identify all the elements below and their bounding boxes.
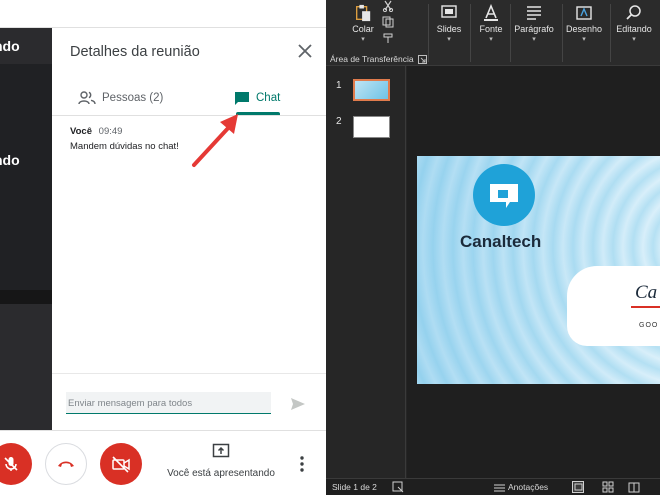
slide-editor: Canaltech Ca GOO (407, 66, 660, 478)
send-icon[interactable] (290, 396, 306, 412)
chevron-down-icon: ▾ (489, 36, 493, 43)
slide-sorter-icon[interactable] (602, 481, 614, 493)
logo-glyph-icon (490, 184, 518, 208)
slide-counter: Slide 1 de 2 (332, 482, 377, 492)
participant-name: ndo (0, 152, 20, 168)
clipboard-group-label: Área de Transferência (330, 54, 414, 64)
ribbon-group-label: Parágrafo (514, 24, 554, 34)
thumbnail-number: 1 (336, 80, 342, 91)
copy-icon[interactable] (382, 16, 394, 28)
annotation-arrow-icon (192, 114, 238, 167)
participant-tiles: ndo ndo (0, 28, 52, 430)
close-icon[interactable] (296, 42, 314, 60)
canaltech-logo-icon (473, 164, 535, 226)
slide-brand-text: Canaltech (460, 232, 542, 251)
tile-divider (0, 290, 52, 304)
chevron-down-icon: ▾ (582, 36, 586, 43)
dialog-launcher-icon[interactable] (418, 55, 427, 64)
more-options-icon[interactable] (296, 455, 308, 473)
ribbon-separator (428, 4, 429, 62)
slide-thumbnail[interactable] (353, 116, 390, 138)
ribbon-group-slides[interactable]: Slides ▾ (432, 0, 466, 54)
screen: ndo ndo Detalhes da reunião Pessoas (2) (0, 0, 660, 495)
chat-message: Você 09:49 Mandem dúvidas no chat! (70, 126, 179, 152)
notes-label: Anotações (508, 482, 549, 492)
tab-divider (52, 115, 326, 116)
slides-icon (441, 5, 457, 18)
chat-compose (52, 373, 326, 430)
status-bar: Slide 1 de 2 Anotações (326, 478, 660, 495)
tab-chat-label: Chat (256, 92, 281, 104)
ribbon-separator (510, 4, 511, 62)
present-screen-icon (212, 443, 230, 458)
mic-toggle-button[interactable] (0, 443, 32, 485)
presenting-status-button[interactable]: Você está apresentando (160, 443, 282, 487)
chevron-down-icon: ▾ (447, 36, 451, 43)
chat-icon (235, 91, 249, 105)
camera-off-icon (112, 456, 130, 473)
ribbon-group-editing[interactable]: Editando ▾ (614, 0, 654, 54)
chevron-down-icon: ▾ (361, 36, 365, 43)
notes-button[interactable]: Anotações (494, 482, 548, 492)
drawing-icon (576, 6, 592, 20)
participant-tile[interactable] (0, 304, 52, 430)
message-text: Mandem dúvidas no chat! (70, 141, 179, 152)
slide-thumbnails-pane: 1 2 (326, 66, 406, 478)
paste-label: Colar (352, 24, 374, 34)
ribbon-separator (470, 4, 471, 62)
ribbon-group-font[interactable]: Fonte ▾ (474, 0, 508, 54)
notes-icon (494, 484, 505, 491)
participant-tile[interactable]: ndo (0, 28, 52, 64)
chevron-down-icon: ▾ (532, 36, 536, 43)
slide-card-title: Ca (635, 282, 658, 303)
panel-title: Detalhes da reunião (70, 44, 200, 60)
format-painter-icon[interactable] (382, 32, 394, 44)
spellcheck-underline (631, 306, 660, 308)
meeting-details-panel: Detalhes da reunião Pessoas (2) Chat Voc… (52, 28, 326, 430)
call-controls: Você está apresentando (0, 430, 326, 495)
camera-toggle-button[interactable] (100, 443, 142, 485)
ribbon-group-label: Editando (616, 24, 652, 34)
participant-tile[interactable]: ndo (0, 64, 52, 290)
chevron-down-icon: ▾ (632, 36, 636, 43)
message-sender: Você (70, 126, 93, 137)
cut-icon[interactable] (382, 0, 394, 12)
ribbon-group-label: Desenho (565, 24, 603, 34)
ribbon-group-label: Slides (436, 24, 462, 34)
paste-icon (356, 4, 371, 22)
people-icon (78, 91, 96, 105)
tab-people-label: Pessoas (2) (102, 92, 164, 104)
font-icon (484, 4, 498, 21)
slide-thumbnail[interactable] (353, 79, 390, 101)
chat-message-input[interactable] (66, 392, 271, 414)
slide-canvas[interactable]: Canaltech Ca GOO (417, 156, 660, 384)
slide-card-subtitle: GOO (639, 322, 659, 329)
message-time: 09:49 (98, 126, 123, 137)
tab-people[interactable]: Pessoas (2) (78, 80, 163, 116)
hang-up-icon (58, 461, 74, 467)
paste-button[interactable]: Colar ▾ (348, 0, 378, 54)
accessibility-check-icon[interactable] (392, 481, 404, 493)
meet-top-bar (0, 0, 326, 28)
ribbon-separator (610, 4, 611, 62)
paragraph-icon (527, 6, 541, 20)
normal-view-icon[interactable] (572, 481, 584, 493)
hang-up-button[interactable] (45, 443, 87, 485)
presenting-label: Você está apresentando (167, 468, 275, 479)
ribbon-group-drawing[interactable]: Desenho ▾ (564, 0, 604, 54)
ribbon-group-label: Fonte (479, 24, 503, 34)
thumbnail-number: 2 (336, 116, 342, 127)
ribbon-separator (562, 4, 563, 62)
powerpoint-window: Colar ▾ Slides ▾ Fonte ▾ Parágrafo ▾ Des… (326, 0, 660, 495)
reading-view-icon[interactable] (628, 481, 640, 493)
meet-window: ndo ndo Detalhes da reunião Pessoas (2) (0, 0, 326, 495)
search-icon (626, 5, 641, 20)
mic-off-icon (4, 457, 18, 471)
ribbon-group-paragraph[interactable]: Parágrafo ▾ (512, 0, 556, 54)
ribbon: Colar ▾ Slides ▾ Fonte ▾ Parágrafo ▾ Des… (326, 0, 660, 66)
participant-name: ndo (0, 38, 20, 54)
